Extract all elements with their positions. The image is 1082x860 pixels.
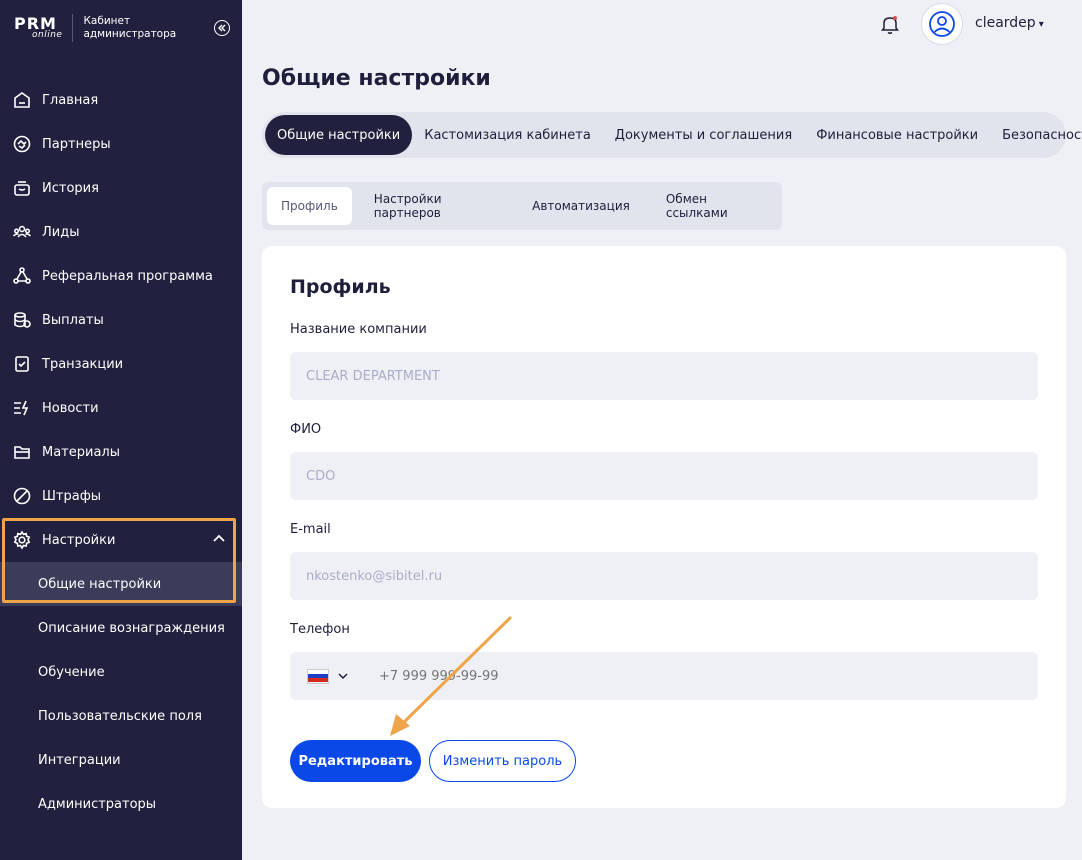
tab-documents-agreements[interactable]: Документы и соглашения (603, 115, 804, 155)
sidebar-item-label: Новости (42, 400, 99, 416)
company-name-input[interactable] (290, 352, 1038, 400)
profile-title: Профиль (290, 276, 391, 298)
transactions-icon (12, 354, 32, 374)
avatar[interactable] (921, 3, 963, 45)
sidebar-subitem-label: Описание вознаграждения (38, 620, 225, 636)
sidebar-item-label: Реферальная программа (42, 268, 213, 284)
leads-icon (12, 222, 32, 242)
gear-icon (12, 530, 32, 550)
phone-input[interactable] (379, 668, 879, 684)
home-icon (12, 90, 32, 110)
sidebar-subitem-integrations[interactable]: Интеграции (0, 738, 242, 782)
subtab-profile[interactable]: Профиль (267, 187, 352, 225)
sidebar-item-home[interactable]: Главная (0, 78, 242, 122)
username-text: cleardep (975, 15, 1036, 31)
sidebar-item-label: Настройки (42, 532, 116, 548)
tab-security[interactable]: Безопасность (990, 115, 1082, 155)
subtab-partner-settings[interactable]: Настройки партнеров (360, 187, 510, 225)
notification-bell-icon[interactable] (878, 12, 902, 36)
collapse-sidebar-icon[interactable] (214, 20, 230, 36)
sidebar-item-settings[interactable]: Настройки (0, 518, 242, 562)
sidebar-subitem-label: Обучение (38, 664, 105, 680)
sidebar-item-leads[interactable]: Лиды (0, 210, 242, 254)
sidebar-item-materials[interactable]: Материалы (0, 430, 242, 474)
sidebar-item-label: Транзакции (42, 356, 124, 372)
sidebar-subitem-reward-description[interactable]: Описание вознаграждения (0, 606, 242, 650)
tab-cabinet-customization[interactable]: Кастомизация кабинета (412, 115, 603, 155)
edit-button[interactable]: Редактировать (290, 740, 421, 782)
sidebar-item-partners[interactable]: Партнеры (0, 122, 242, 166)
subtab-link-exchange[interactable]: Обмен ссылками (652, 187, 774, 225)
logo-divider (72, 14, 74, 42)
logo-sub: online (32, 30, 63, 40)
fio-input[interactable] (290, 452, 1038, 500)
main-tabs: Общие настройки Кастомизация кабинета До… (262, 112, 1082, 158)
sidebar-item-label: Партнеры (42, 136, 111, 152)
materials-icon (12, 442, 32, 462)
sub-tabs: Профиль Настройки партнеров Автоматизаци… (262, 182, 782, 230)
payouts-icon (12, 310, 32, 330)
sidebar-subitem-custom-fields[interactable]: Пользовательские поля (0, 694, 242, 738)
fines-icon (12, 486, 32, 506)
email-label: E-mail (290, 522, 331, 537)
tab-financial-settings[interactable]: Финансовые настройки (804, 115, 990, 155)
username-dropdown[interactable]: cleardep ▾ (975, 15, 1044, 31)
sidebar-item-news[interactable]: Новости (0, 386, 242, 430)
sidebar-item-label: Выплаты (42, 312, 104, 328)
russia-flag-icon[interactable] (307, 668, 329, 684)
sidebar-item-payouts[interactable]: Выплаты (0, 298, 242, 342)
sidebar: PRM online Кабинет администратора Главна… (0, 0, 242, 860)
sidebar-item-history[interactable]: История (0, 166, 242, 210)
sidebar-item-transactions[interactable]: Транзакции (0, 342, 242, 386)
logo[interactable]: PRM online (14, 16, 62, 40)
sidebar-item-label: Главная (42, 92, 99, 108)
news-icon (12, 398, 32, 418)
profile-card: Профиль Название компании ФИО E-mail Тел… (262, 246, 1066, 808)
sidebar-subitem-general-settings[interactable]: Общие настройки (0, 562, 242, 606)
sidebar-subitem-label: Администраторы (38, 796, 157, 812)
fio-label: ФИО (290, 422, 322, 437)
sidebar-nav: Главная Партнеры История Лиды Реферальна… (0, 78, 242, 826)
settings-group: Настройки Общие настройки (0, 518, 242, 606)
change-password-button[interactable]: Изменить пароль (429, 740, 576, 782)
sidebar-subitem-label: Пользовательские поля (38, 708, 202, 724)
caret-down-icon: ▾ (1038, 19, 1044, 30)
sidebar-subitem-label: Интеграции (38, 752, 121, 768)
email-input[interactable] (290, 552, 1038, 600)
chevron-down-icon[interactable] (337, 670, 349, 682)
subtab-automation[interactable]: Автоматизация (518, 187, 644, 225)
logo-row: PRM online Кабинет администратора (14, 14, 234, 42)
user-icon (929, 11, 955, 37)
page-title: Общие настройки (262, 66, 491, 91)
tab-general-settings[interactable]: Общие настройки (265, 115, 413, 155)
sidebar-subitem-training[interactable]: Обучение (0, 650, 242, 694)
logo-caption: Кабинет администратора (83, 15, 177, 40)
sidebar-item-label: Лиды (42, 224, 80, 240)
sidebar-item-label: Материалы (42, 444, 120, 460)
phone-field (290, 652, 1038, 700)
referral-icon (12, 266, 32, 286)
history-icon (12, 178, 32, 198)
company-name-label: Название компании (290, 322, 427, 337)
sidebar-item-label: Штрафы (42, 488, 102, 504)
sidebar-subitem-administrators[interactable]: Администраторы (0, 782, 242, 826)
sidebar-subitem-label: Общие настройки (38, 576, 162, 592)
sidebar-item-referral[interactable]: Реферальная программа (0, 254, 242, 298)
sidebar-item-fines[interactable]: Штрафы (0, 474, 242, 518)
handshake-icon (12, 134, 32, 154)
sidebar-item-label: История (42, 180, 99, 196)
phone-label: Телефон (290, 622, 350, 637)
chevron-up-icon[interactable] (212, 532, 226, 546)
